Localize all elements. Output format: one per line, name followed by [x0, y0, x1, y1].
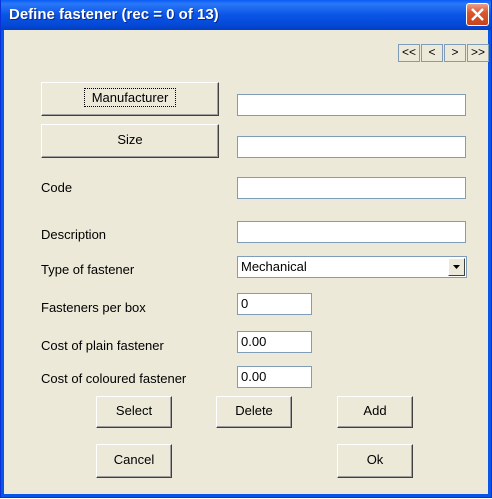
manufacturer-button[interactable]: Manufacturer: [41, 82, 219, 116]
code-field[interactable]: [237, 177, 466, 199]
per-box-label: Fasteners per box: [41, 300, 146, 315]
code-label: Code: [41, 180, 73, 195]
window-title: Define fastener (rec = 0 of 13): [9, 6, 219, 23]
description-label: Description: [41, 227, 107, 242]
nav-prev-button[interactable]: <: [421, 44, 443, 62]
fastener-type-select[interactable]: Mechanical: [237, 256, 467, 278]
coloured-cost-field[interactable]: 0.00: [237, 366, 312, 388]
fastener-type-value: Mechanical: [241, 259, 307, 274]
fastener-type-label: Type of fastener: [41, 262, 135, 277]
window-border-right: [488, 30, 491, 497]
per-box-field[interactable]: 0: [237, 293, 312, 315]
plain-cost-field[interactable]: 0.00: [237, 331, 312, 353]
size-button-label: Size: [117, 132, 143, 147]
window-border-left: [1, 30, 4, 497]
select-button[interactable]: Select: [96, 396, 172, 428]
close-icon: [471, 8, 484, 21]
manufacturer-button-label: Manufacturer: [83, 88, 177, 107]
size-button[interactable]: Size: [41, 124, 219, 158]
nav-first-button[interactable]: <<: [398, 44, 420, 62]
title-bar[interactable]: Define fastener (rec = 0 of 13): [1, 0, 491, 30]
manufacturer-field[interactable]: [237, 94, 466, 116]
dropdown-arrow-button[interactable]: [448, 258, 465, 276]
ok-button[interactable]: Ok: [337, 444, 413, 478]
chevron-down-icon: [453, 265, 460, 269]
plain-cost-label: Cost of plain fastener: [41, 338, 164, 353]
description-field[interactable]: [237, 221, 466, 243]
delete-button[interactable]: Delete: [216, 396, 292, 428]
nav-next-button[interactable]: >: [444, 44, 466, 62]
nav-last-button[interactable]: >>: [467, 44, 489, 62]
close-button[interactable]: [466, 3, 489, 26]
cancel-button[interactable]: Cancel: [96, 444, 172, 478]
window-border-bottom: [1, 494, 491, 497]
dialog-window: Define fastener (rec = 0 of 13) << < > >…: [0, 0, 492, 498]
add-button[interactable]: Add: [337, 396, 413, 428]
size-field[interactable]: [237, 136, 466, 158]
coloured-cost-label: Cost of coloured fastener: [41, 371, 187, 386]
